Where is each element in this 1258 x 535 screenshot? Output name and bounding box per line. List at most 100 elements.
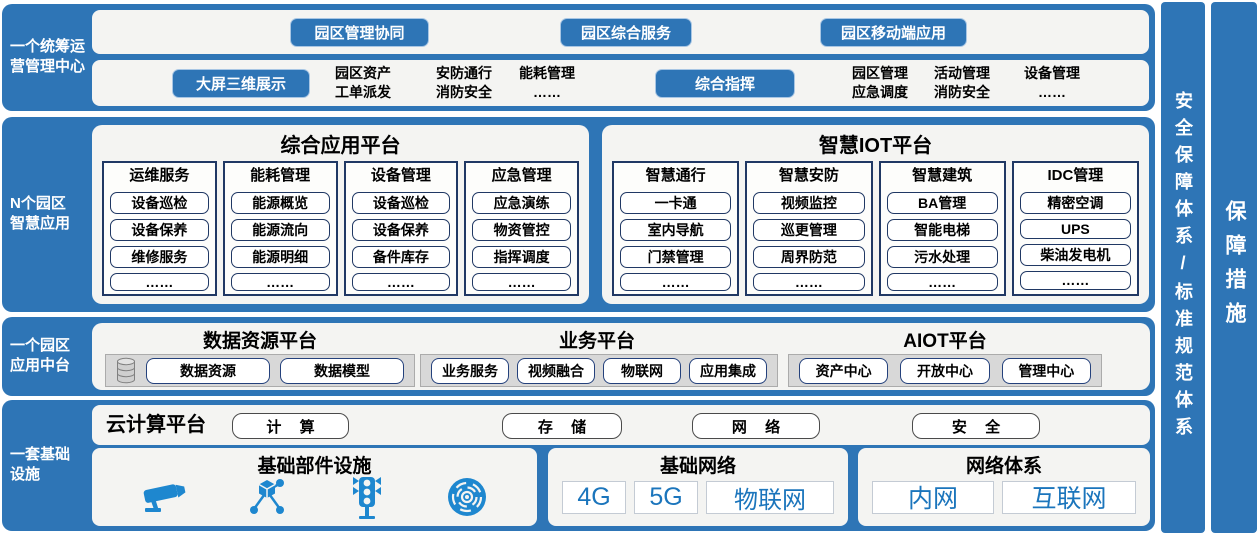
app-item-more: …… [472,273,571,291]
label-line: 营管理中心 [10,57,94,77]
column-header: 智慧安防 [753,165,864,187]
iot-column-idc: IDC管理 精密空调 UPS 柴油发电机 …… [1012,161,1139,296]
cloud-box-security: 安 全 [912,413,1040,439]
section-label-apps: N个园区 智慧应用 [10,194,94,234]
iot-item-more: …… [620,273,731,291]
panel-iot-platform: 智慧IOT平台 智慧通行 一卡通 室内导航 门禁管理 …… 智慧安防 视频监控 … [602,125,1149,304]
iot-item: 巡更管理 [753,219,864,241]
feature-text-activity: 活动管理 消防安全 [917,64,1007,102]
column-header: 智慧建筑 [887,165,998,187]
section-label-middle: 一个园区 应用中台 [10,336,94,376]
feature-text-device: 设备管理 …… [1007,64,1097,102]
right-bar-safeguards: 保障措施 [1211,2,1257,533]
column-header: 能耗管理 [231,165,330,187]
panel-title: 网络体系 [858,451,1150,478]
label-line: 智慧应用 [10,214,94,234]
app-item: 能源概览 [231,192,330,214]
business-platform-strip: 业务服务 视频融合 物联网 应用集成 [420,354,778,387]
iot-item: 室内导航 [620,219,731,241]
network-system-tag-row: 内网 互联网 [866,476,1142,518]
feature-line: 安防通行 [419,64,509,83]
tag-iot-network: 物联网 [706,481,834,514]
iot-item: 门禁管理 [620,246,731,268]
label-line: 应用中台 [10,356,94,376]
app-item: 维修服务 [110,246,209,268]
pill-app-integration: 应用集成 [689,358,767,384]
ops-top-strip: 园区管理协同 园区综合服务 园区移动端应用 [92,10,1149,54]
iot-item: UPS [1020,219,1131,239]
iot-item: BA管理 [887,192,998,214]
cloud-box-network: 网 络 [692,413,820,439]
feature-text-energy: 能耗管理 …… [502,64,592,102]
traffic-light-icon [347,475,387,519]
feature-line: 应急调度 [835,83,925,102]
iot-item-more: …… [887,273,998,291]
column-header: 运维服务 [110,165,209,187]
panel-base-network: 基础网络 4G 5G 物联网 [548,448,848,526]
feature-text-assets: 园区资产 工单派发 [318,64,408,102]
tag-5g: 5G [634,481,698,514]
node-network-icon [246,476,288,518]
app-item: 设备保养 [352,219,451,241]
label-line: N个园区 [10,194,94,214]
feature-line: 消防安全 [419,83,509,102]
device-icon-row [112,474,517,520]
chip-3d-display: 大屏三维展示 [172,69,310,98]
feature-line: 活动管理 [917,64,1007,83]
panel-title: 综合应用平台 [92,129,589,158]
database-icon [116,357,136,384]
architecture-diagram: 一个统筹运 营管理中心 园区管理协同 园区综合服务 园区移动端应用 大屏三维展示… [0,0,1258,535]
feature-line: …… [1007,83,1097,102]
feature-line: 消防安全 [917,83,1007,102]
iot-item-more: …… [1020,271,1131,291]
app-column-emergency: 应急管理 应急演练 物资管控 指挥调度 …… [464,161,579,296]
network-tag-row: 4G 5G 物联网 [556,476,840,518]
pill-data-model: 数据模型 [280,358,404,384]
app-item: 设备巡检 [110,192,209,214]
column-header: 应急管理 [472,165,571,187]
section-infrastructure: 一套基础 设施 云计算平台 计 算 存 储 网 络 安 全 基础部件设施 [2,400,1155,531]
app-item: 物资管控 [472,219,571,241]
middle-platform-panel: 数据资源平台 业务平台 AIOT平台 数据资源 数据模型 业务服务 视频融合 [92,323,1150,390]
feature-text-security: 安防通行 消防安全 [419,64,509,102]
pill-video-fusion: 视频融合 [517,358,595,384]
label-line: 一个园区 [10,336,94,356]
feature-line: 园区资产 [318,64,408,83]
pill-mgmt-center: 管理中心 [1002,358,1091,384]
iot-item: 周界防范 [753,246,864,268]
column-header: 设备管理 [352,165,451,187]
app-item: 设备巡检 [352,192,451,214]
iot-item: 视频监控 [753,192,864,214]
pill-asset-center: 资产中心 [799,358,888,384]
app-item: 能源明细 [231,246,330,268]
chip-park-services: 园区综合服务 [560,18,692,47]
section-label-infra: 一套基础 设施 [10,445,94,485]
cloud-box-compute: 计 算 [232,413,349,439]
tag-internet: 互联网 [1002,481,1136,514]
cloud-platform-strip: 云计算平台 计 算 存 储 网 络 安 全 [92,405,1150,445]
panel-app-platform: 综合应用平台 运维服务 设备巡检 设备保养 维修服务 …… 能耗管理 能源概览 … [92,125,589,304]
app-item: 备件库存 [352,246,451,268]
right-bar-security-standards: 安全保障体系/标准规范体系 [1161,2,1205,533]
label-line: 设施 [10,465,94,485]
app-column-device: 设备管理 设备巡检 设备保养 备件库存 …… [344,161,459,296]
feature-line: 园区管理 [835,64,925,83]
iot-item: 污水处理 [887,246,998,268]
section-middle-platform: 一个园区 应用中台 数据资源平台 业务平台 AIOT平台 数据资源 数据模型 [2,317,1155,396]
panel-title: 智慧IOT平台 [602,129,1149,158]
column-header: IDC管理 [1020,165,1131,187]
feature-line: …… [502,83,592,102]
iot-item: 智能电梯 [887,219,998,241]
pill-open-center: 开放中心 [900,358,989,384]
feature-line: 工单派发 [318,83,408,102]
group-title-data: 数据资源平台 [140,326,380,353]
chip-park-collab: 园区管理协同 [290,18,429,47]
iot-item-more: …… [753,273,864,291]
feature-text-park-mgmt: 园区管理 应急调度 [835,64,925,102]
group-title-business: 业务平台 [477,326,717,353]
column-group: 运维服务 设备巡检 设备保养 维修服务 …… 能耗管理 能源概览 能源流向 能源… [102,161,579,296]
app-item-more: …… [110,273,209,291]
iot-column-security: 智慧安防 视频监控 巡更管理 周界防范 …… [745,161,872,296]
feature-line: 能耗管理 [502,64,592,83]
cloud-box-storage: 存 储 [502,413,622,439]
